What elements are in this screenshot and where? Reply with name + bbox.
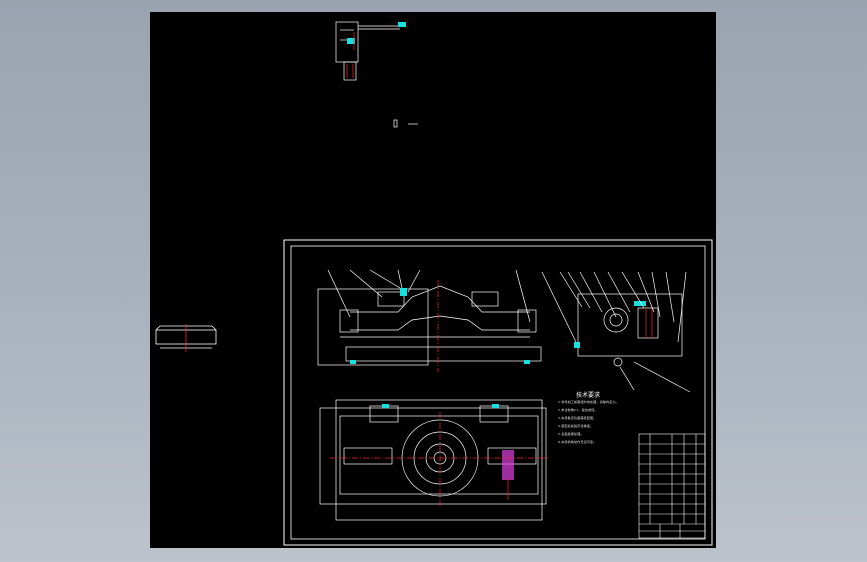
- plan-view: [319, 399, 550, 521]
- cad-drawing: [155, 21, 713, 546]
- cad-drawing-canvas[interactable]: 技术要求 1.零件加工前需经时效处理，消除内应力。 2.未注倒角C1，锐边倒钝。…: [150, 12, 716, 548]
- tech-requirement-3: 3.夹具各定位面需经配磨。: [558, 416, 597, 420]
- tech-requirement-2: 2.未注倒角C1，锐边倒钝。: [558, 408, 598, 412]
- tech-requirements-title: 技术要求: [576, 392, 601, 399]
- ring-part-view: [155, 324, 217, 352]
- sheet-border: [283, 239, 713, 546]
- clamp-detail-view: [335, 21, 406, 81]
- side-view: [541, 271, 691, 393]
- front-view: [317, 269, 542, 372]
- small-mark: [393, 119, 418, 128]
- tech-requirement-6: 6.夹紧机构动作灵活可靠。: [558, 440, 597, 444]
- tech-requirement-4: 4.装配后检验定位精度。: [558, 424, 594, 428]
- title-block: [638, 433, 706, 539]
- tech-requirement-5: 5.表面发黑处理。: [558, 432, 584, 436]
- tech-requirement-1: 1.零件加工前需经时效处理，消除内应力。: [558, 400, 619, 404]
